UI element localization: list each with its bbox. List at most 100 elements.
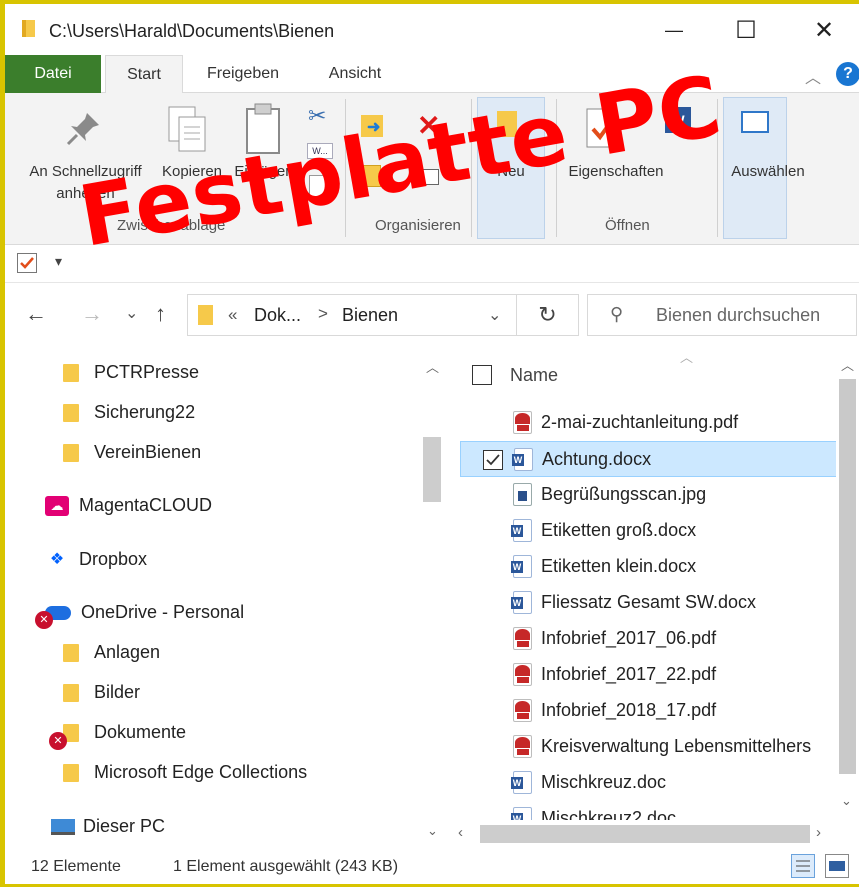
- nav-item-dokumente[interactable]: Dokumente: [63, 722, 186, 743]
- file-name: 2-mai-zuchtanleitung.pdf: [541, 412, 739, 432]
- nav-item-edge-collections[interactable]: Microsoft Edge Collections: [63, 762, 307, 783]
- nav-item-pctrpresse[interactable]: PCTRPresse: [63, 362, 199, 383]
- nav-item-this-pc[interactable]: Dieser PC: [51, 816, 165, 837]
- close-icon: ✕: [813, 17, 835, 44]
- nav-scroll-thumb[interactable]: [423, 437, 441, 502]
- address-row: ← → ⌄ ↑ « Dok... > Bienen ⌄ ↻ ⚲ Bienen d…: [5, 283, 859, 345]
- word-file-icon: [511, 519, 532, 542]
- scroll-down-icon[interactable]: ⌄: [841, 793, 852, 809]
- file-row[interactable]: Mischkreuz2.doc: [460, 801, 837, 820]
- file-row[interactable]: Infobrief_2017_06.pdf: [460, 621, 837, 657]
- file-row[interactable]: Infobrief_2017_22.pdf: [460, 657, 837, 693]
- folder-icon: [63, 764, 79, 783]
- file-scroll-thumb[interactable]: [839, 379, 856, 774]
- tab-freigeben[interactable]: Freigeben: [193, 55, 293, 93]
- refresh-button[interactable]: ↻: [517, 294, 579, 336]
- properties-quick-icon[interactable]: [17, 253, 37, 273]
- customize-qat-icon[interactable]: ▾: [55, 253, 62, 270]
- file-list: ︿ Name 2-mai-zuchtanleitung.pdf Achtung.d…: [450, 345, 859, 820]
- file-name: Begrüßungsscan.jpg: [541, 484, 707, 504]
- nav-item-magentacloud[interactable]: ☁ MagentaCLOUD: [45, 495, 213, 517]
- folder-icon: [63, 364, 79, 383]
- group-open: Öffnen: [605, 217, 650, 234]
- search-placeholder: Bienen durchsuchen: [656, 305, 821, 325]
- scroll-right-icon[interactable]: ›: [816, 824, 821, 841]
- file-row[interactable]: Mischkreuz.doc: [460, 765, 837, 801]
- file-row[interactable]: Achtung.docx: [460, 441, 837, 477]
- scroll-left-icon[interactable]: ‹: [458, 824, 463, 841]
- recent-locations-icon[interactable]: ⌄: [125, 303, 138, 323]
- navigation-pane: PCTRPresse Sicherung22 VereinBienen ☁ Mag…: [5, 345, 445, 848]
- status-selection: 1 Element ausgewählt (243 KB): [173, 858, 399, 875]
- breadcrumb-bienen[interactable]: Bienen: [342, 305, 398, 326]
- file-row[interactable]: Fliessatz Gesamt SW.docx: [460, 585, 837, 621]
- scroll-down-icon[interactable]: ⌄: [427, 823, 438, 839]
- dropbox-icon: ❖: [49, 551, 65, 569]
- folder-icon: [63, 644, 79, 663]
- details-view-icon[interactable]: [791, 854, 815, 878]
- file-row[interactable]: Kreisverwaltung Lebensmittelhers: [460, 729, 837, 765]
- scroll-up-icon[interactable]: ︿: [426, 357, 439, 376]
- nav-item-anlagen[interactable]: Anlagen: [63, 642, 160, 663]
- file-list-scrollbar[interactable]: ︿ ⌄: [836, 345, 859, 820]
- help-icon[interactable]: ?: [836, 62, 859, 86]
- row-checkbox[interactable]: [483, 450, 503, 470]
- select-all-checkbox[interactable]: [472, 365, 492, 385]
- address-bar[interactable]: « Dok... > Bienen ⌄: [187, 294, 517, 336]
- folder-icon: [63, 444, 79, 463]
- file-name: Etiketten klein.docx: [541, 556, 697, 576]
- nav-item-onedrive[interactable]: OneDrive - Personal: [45, 602, 244, 623]
- nav-label: Dokumente: [94, 722, 187, 742]
- file-row[interactable]: Begrüßungsscan.jpg: [460, 477, 837, 513]
- tab-ansicht[interactable]: Ansicht: [310, 55, 400, 93]
- collapse-ribbon-icon[interactable]: ︿: [805, 64, 821, 88]
- folder-icon: [198, 305, 213, 325]
- up-arrow-icon[interactable]: ↑: [155, 301, 166, 327]
- file-row[interactable]: 2-mai-zuchtanleitung.pdf: [460, 405, 837, 441]
- nav-item-sicherung22[interactable]: Sicherung22: [63, 402, 195, 423]
- horizontal-scrollbar[interactable]: ‹ ›: [450, 820, 859, 848]
- scroll-up-icon[interactable]: ︿: [841, 355, 854, 374]
- horizontal-scroll-thumb[interactable]: [480, 825, 810, 843]
- nav-label: Dieser PC: [83, 816, 166, 836]
- tab-start[interactable]: Start: [105, 55, 183, 94]
- word-file-icon: [511, 771, 532, 794]
- group-organize: Organisieren: [375, 217, 461, 234]
- search-icon: ⚲: [610, 304, 624, 324]
- file-name: Achtung.docx: [542, 449, 652, 469]
- sync-error-icon: ✕: [35, 611, 53, 629]
- file-row[interactable]: Etiketten klein.docx: [460, 549, 837, 585]
- file-row[interactable]: Etiketten groß.docx: [460, 513, 837, 549]
- column-header-name[interactable]: Name: [510, 365, 558, 386]
- tab-datei[interactable]: Datei: [5, 55, 101, 93]
- large-icons-view-icon[interactable]: [825, 854, 849, 878]
- pdf-file-icon: [513, 627, 532, 650]
- file-row[interactable]: Infobrief_2018_17.pdf: [460, 693, 837, 729]
- pdf-file-icon: [513, 663, 532, 686]
- breadcrumb-documents[interactable]: Dok...: [254, 305, 301, 326]
- file-name: Mischkreuz2.doc: [541, 808, 677, 820]
- nav-label: MagentaCLOUD: [79, 495, 213, 515]
- nav-item-vereinbienen[interactable]: VereinBienen: [63, 442, 201, 463]
- word-file-icon: [511, 591, 532, 614]
- folder-icon: [63, 684, 79, 703]
- address-dropdown-icon[interactable]: ⌄: [488, 305, 501, 325]
- minimize-button[interactable]: —: [639, 8, 709, 53]
- sort-ascending-icon: ︿: [680, 350, 694, 365]
- close-button[interactable]: ✕: [789, 8, 859, 53]
- title-bar: C:\Users\Harald\Documents\Bienen — ☐ ✕: [5, 4, 859, 55]
- breadcrumb-chevron[interactable]: >: [318, 304, 328, 324]
- maximize-button[interactable]: ☐: [711, 8, 781, 53]
- nav-label: PCTRPresse: [94, 362, 200, 382]
- nav-item-dropbox[interactable]: ❖ Dropbox: [45, 549, 147, 570]
- back-arrow-icon[interactable]: ←: [25, 301, 47, 327]
- breadcrumb-overflow[interactable]: «: [228, 305, 237, 325]
- nav-item-bilder[interactable]: Bilder: [63, 682, 140, 703]
- search-box[interactable]: ⚲ Bienen durchsuchen: [587, 294, 857, 336]
- nav-label: Bilder: [94, 682, 141, 702]
- nav-scrollbar[interactable]: ︿ ⌄: [419, 345, 445, 848]
- forward-arrow-icon[interactable]: →: [81, 301, 103, 327]
- computer-icon: [51, 819, 75, 836]
- nav-label: OneDrive - Personal: [81, 602, 245, 622]
- select-label: Auswählen: [731, 163, 805, 180]
